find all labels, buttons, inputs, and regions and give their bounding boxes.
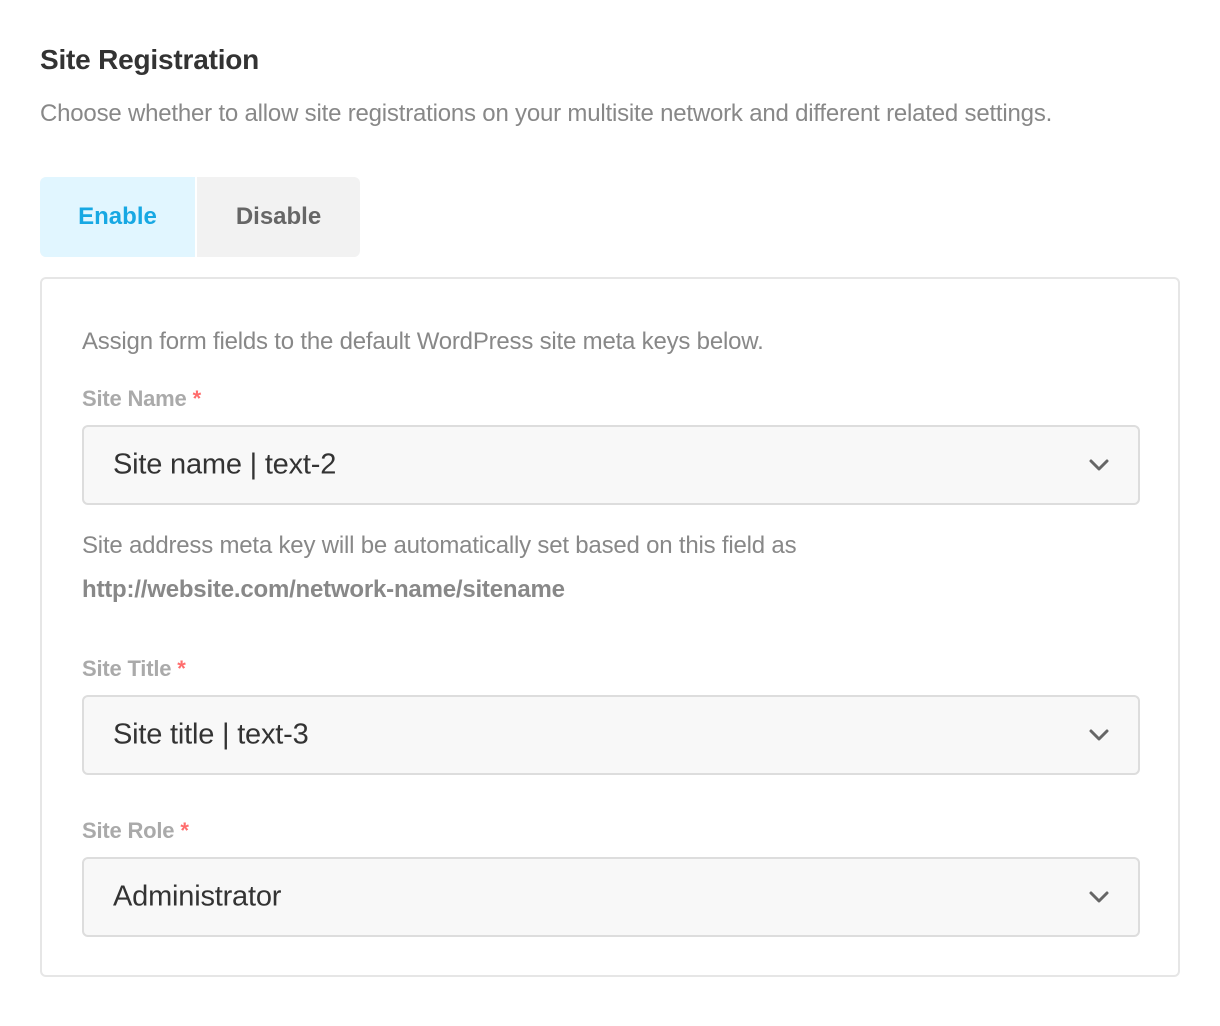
disable-tab[interactable]: Disable xyxy=(197,177,360,257)
chevron-down-icon xyxy=(1089,891,1109,903)
site-name-select[interactable]: Site name | text-2 xyxy=(82,425,1140,505)
site-title-select[interactable]: Site title | text-3 xyxy=(82,695,1140,775)
required-mark: * xyxy=(180,818,189,843)
required-mark: * xyxy=(177,656,186,681)
site-role-value: Administrator xyxy=(113,880,282,913)
section-title: Site Registration xyxy=(40,44,260,75)
site-title-label-text: Site Title xyxy=(82,656,172,681)
site-address-help: Site address meta key will be automatica… xyxy=(82,532,797,559)
required-mark: * xyxy=(192,386,202,411)
site-role-select[interactable]: Administrator xyxy=(82,857,1140,937)
site-role-label: Site Role * xyxy=(82,818,189,844)
site-name-value: Site name | text-2 xyxy=(113,448,337,481)
site-address-example-url: http://website.com/network-name/sitename xyxy=(82,576,565,603)
panel-intro: Assign form fields to the default WordPr… xyxy=(82,328,764,355)
enable-tab[interactable]: Enable xyxy=(40,177,195,257)
site-role-label-text: Site Role xyxy=(82,818,175,843)
site-title-label: Site Title * xyxy=(82,656,186,682)
settings-panel: Assign form fields to the default WordPr… xyxy=(40,277,1180,977)
section-description: Choose whether to allow site registratio… xyxy=(40,100,1053,127)
chevron-down-icon xyxy=(1089,729,1109,741)
site-name-label-text: Site Name xyxy=(82,386,187,411)
registration-toggle: Enable Disable xyxy=(40,177,360,257)
site-name-label: Site Name * xyxy=(82,386,201,412)
site-title-value: Site title | text-3 xyxy=(113,718,309,751)
chevron-down-icon xyxy=(1089,459,1109,471)
